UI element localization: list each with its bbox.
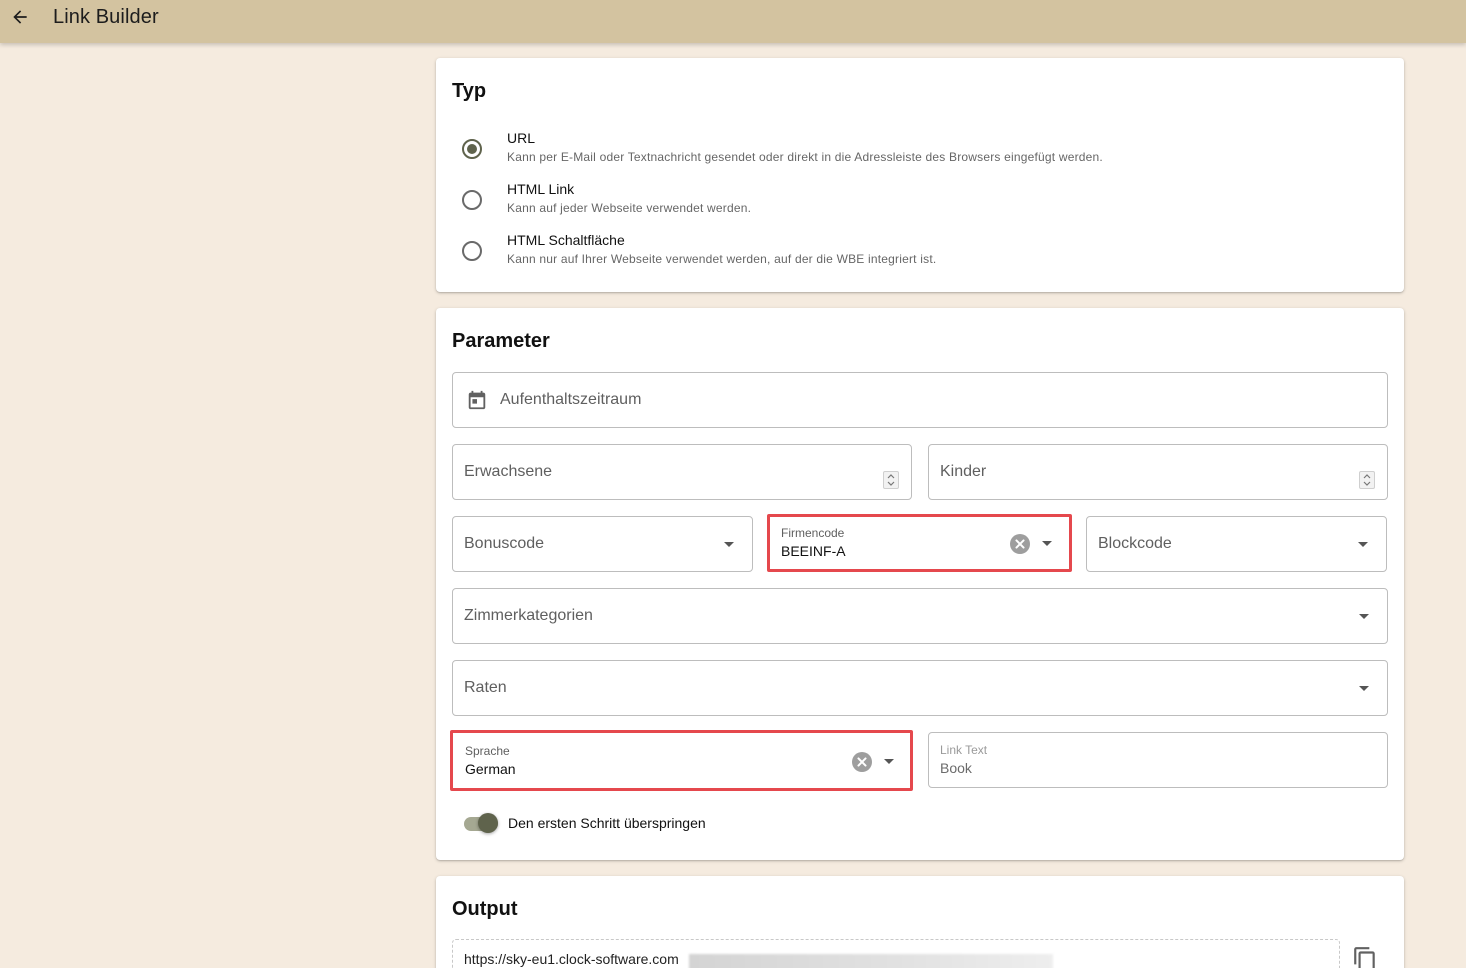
radio-button-url[interactable]: [462, 139, 482, 159]
rates-select[interactable]: Raten: [452, 660, 1388, 716]
radio-description-html-link: Kann auf jeder Webseite verwendet werden…: [507, 201, 752, 215]
parameter-title: Parameter: [452, 330, 550, 352]
skip-first-step-label: Den ersten Schritt überspringen: [508, 815, 706, 831]
typ-title: Typ: [452, 80, 487, 102]
radio-option-html-button[interactable]: HTML Schaltfläche Kann nur auf Ihrer Web…: [452, 232, 1352, 272]
language-value: German: [465, 761, 516, 777]
stay-period-placeholder: Aufenthaltszeitraum: [500, 391, 642, 408]
radio-label-url: URL: [507, 130, 536, 146]
output-title: Output: [452, 898, 518, 920]
clear-icon[interactable]: [852, 752, 872, 772]
skip-first-step-toggle[interactable]: [478, 813, 498, 833]
language-select[interactable]: Sprache German: [450, 730, 913, 791]
radio-option-html-link[interactable]: HTML Link Kann auf jeder Webseite verwen…: [452, 181, 1352, 221]
adults-stepper[interactable]: [883, 471, 899, 489]
stepper-arrows-icon: [1363, 474, 1371, 486]
block-code-select[interactable]: Blockcode: [1086, 516, 1387, 572]
typ-card: Typ URL Kann per E-Mail oder Textnachric…: [436, 58, 1404, 292]
stay-period-field[interactable]: Aufenthaltszeitraum: [452, 372, 1388, 428]
radio-label-html-link: HTML Link: [507, 181, 575, 197]
redacted-url-blur: [689, 954, 1053, 968]
radio-label-html-button: HTML Schaltfläche: [507, 232, 625, 248]
link-text-label: Link Text: [940, 743, 988, 757]
chevron-down-icon[interactable]: [1042, 541, 1052, 546]
block-code-placeholder: Blockcode: [1098, 535, 1172, 552]
clear-icon[interactable]: [1010, 534, 1030, 554]
adults-field[interactable]: Erwachsene: [452, 444, 912, 500]
link-text-value: Book: [940, 760, 972, 776]
chevron-down-icon[interactable]: [1358, 542, 1368, 547]
children-placeholder: Kinder: [940, 463, 987, 480]
room-categories-select[interactable]: Zimmerkategorien: [452, 588, 1388, 644]
calendar-icon[interactable]: [466, 389, 488, 411]
chevron-down-icon[interactable]: [884, 759, 894, 764]
children-stepper[interactable]: [1359, 471, 1375, 489]
bonus-code-placeholder: Bonuscode: [464, 535, 545, 552]
company-code-label: Firmencode: [781, 526, 845, 540]
radio-description-html-button: Kann nur auf Ihrer Webseite verwendet we…: [507, 252, 937, 266]
language-label: Sprache: [465, 744, 510, 758]
radio-option-url[interactable]: URL Kann per E-Mail oder Textnachricht g…: [452, 130, 1352, 170]
output-url-box[interactable]: https://sky-eu1.clock-software.com: [452, 939, 1340, 968]
adults-placeholder: Erwachsene: [464, 463, 553, 480]
output-card: Output https://sky-eu1.clock-software.co…: [436, 876, 1404, 968]
link-text-input[interactable]: Link Text Book: [928, 732, 1388, 788]
bonus-code-select[interactable]: Bonuscode: [452, 516, 753, 572]
rates-placeholder: Raten: [464, 679, 507, 696]
chevron-down-icon[interactable]: [724, 542, 734, 547]
radio-button-html-link[interactable]: [462, 190, 482, 210]
stepper-arrows-icon: [887, 474, 895, 486]
company-code-value: BEEINF-A: [781, 543, 846, 559]
chevron-down-icon[interactable]: [1359, 614, 1369, 619]
app-bar: Link Builder: [0, 0, 1466, 43]
radio-button-html-button[interactable]: [462, 241, 482, 261]
parameter-card: Parameter Aufenthaltszeitraum Erwachsene…: [436, 308, 1404, 860]
page-title: Link Builder: [53, 6, 159, 28]
chevron-down-icon[interactable]: [1359, 686, 1369, 691]
back-arrow-icon[interactable]: [8, 5, 32, 29]
skip-first-step-toggle-row[interactable]: Den ersten Schritt überspringen: [436, 808, 836, 840]
output-url-text: https://sky-eu1.clock-software.com: [464, 951, 679, 967]
company-code-select[interactable]: Firmencode BEEINF-A: [767, 514, 1072, 572]
children-field[interactable]: Kinder: [928, 444, 1388, 500]
radio-description-url: Kann per E-Mail oder Textnachricht gesen…: [507, 150, 1103, 164]
copy-icon[interactable]: [1352, 946, 1378, 968]
room-categories-placeholder: Zimmerkategorien: [464, 607, 593, 624]
